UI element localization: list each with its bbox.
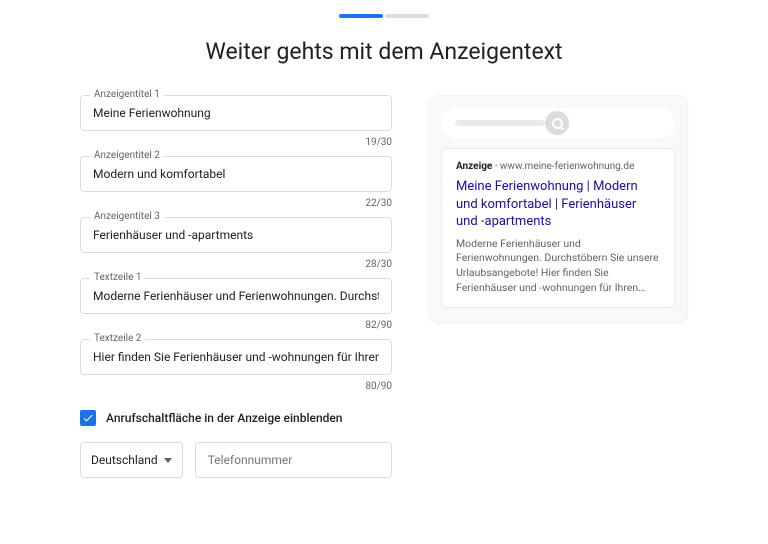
- ad-url-line: Anzeige · www.meine-ferienwohnung.de: [456, 161, 660, 172]
- desc2-counter: 80/90: [80, 381, 392, 392]
- headline1-counter: 19/30: [80, 137, 392, 148]
- ad-badge: Anzeige: [456, 161, 492, 172]
- search-icon: [552, 118, 563, 129]
- headline2-counter: 22/30: [80, 198, 392, 209]
- ad-headline: Meine Ferienwohnung | Modern und komfort…: [456, 178, 660, 231]
- headline3-input[interactable]: [80, 217, 392, 253]
- headline1-input[interactable]: [80, 95, 392, 131]
- ad-display-url: www.meine-ferienwohnung.de: [500, 161, 634, 172]
- country-select-value: Deutschland: [91, 453, 158, 467]
- preview-search-bar: [441, 108, 675, 138]
- desc2-label: Textzeile 2: [90, 333, 145, 344]
- ad-description: Moderne Ferienhäuser und Ferienwohnungen…: [456, 237, 660, 296]
- headline3-label: Anzeigentitel 3: [90, 211, 164, 222]
- search-placeholder-bar: [455, 120, 545, 126]
- headline3-counter: 28/30: [80, 259, 392, 270]
- page-title: Weiter gehts mit dem Anzeigentext: [0, 38, 768, 65]
- progress-segment-inactive: [385, 14, 429, 18]
- chevron-down-icon: [164, 458, 172, 463]
- call-button-checkbox-label: Anrufschaltfläche in der Anzeige einblen…: [106, 411, 343, 425]
- headline2-input[interactable]: [80, 156, 392, 192]
- progress-segment-active: [339, 14, 383, 18]
- ad-preview-box: Anzeige · www.meine-ferienwohnung.de Mei…: [441, 148, 675, 308]
- headline1-label: Anzeigentitel 1: [90, 89, 164, 100]
- country-select[interactable]: Deutschland: [80, 442, 183, 478]
- desc1-counter: 82/90: [80, 320, 392, 331]
- desc1-input[interactable]: [80, 278, 392, 314]
- headline2-label: Anzeigentitel 2: [90, 150, 164, 161]
- call-button-checkbox[interactable]: [80, 410, 96, 426]
- progress-bar: [0, 0, 768, 18]
- desc1-label: Textzeile 1: [90, 272, 145, 283]
- form-column: Anzeigentitel 1 19/30 Anzeigentitel 2 22…: [80, 95, 392, 478]
- checkmark-icon: [82, 412, 94, 424]
- phone-input[interactable]: [195, 442, 392, 478]
- desc2-input[interactable]: [80, 339, 392, 375]
- ad-preview-card: Anzeige · www.meine-ferienwohnung.de Mei…: [428, 95, 688, 323]
- search-button: [545, 111, 569, 135]
